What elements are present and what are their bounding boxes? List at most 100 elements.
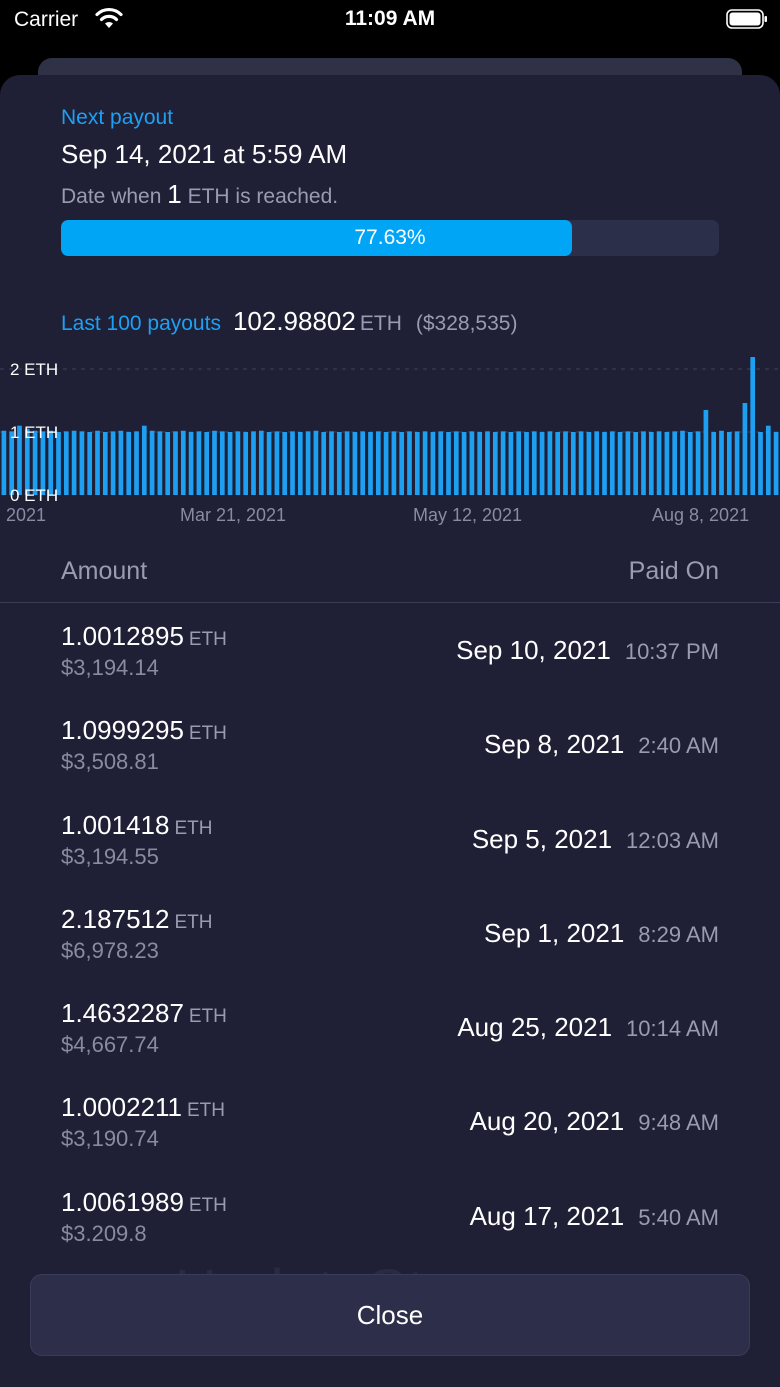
chart-bar <box>672 431 678 495</box>
payout-amount-value: 1.0002211 <box>61 1092 182 1123</box>
chart-bar <box>290 431 295 495</box>
chart-bar <box>438 431 444 495</box>
chart-bar <box>165 432 171 495</box>
chart-bar <box>251 431 256 495</box>
chart-bar <box>516 431 522 495</box>
payout-amount: 1.0002211 ETH <box>61 1092 225 1123</box>
payout-row[interactable]: 1.0999295 ETH $3,508.81 Sep 8, 2021 2:40 A… <box>0 697 780 791</box>
chart-bar <box>539 432 545 495</box>
payout-usd: $3,508.81 <box>61 749 159 775</box>
payout-amount-unit: ETH <box>174 911 213 933</box>
chart-bar <box>149 430 155 495</box>
chart-bar <box>703 409 709 495</box>
chart-bar <box>313 430 319 495</box>
chart-bar <box>750 357 756 495</box>
chart-bar <box>617 432 623 495</box>
chart-x-tick: May 12, 2021 <box>413 505 522 525</box>
payout-progress-bar: 77.63% <box>61 220 719 256</box>
summary-usd: ($328,535) <box>415 312 518 335</box>
payout-row[interactable]: 1.0012895 ETH $3,194.14 Sep 10, 2021 10:37… <box>0 603 780 697</box>
clock: 11:09 AM <box>344 7 436 30</box>
chart-bar <box>243 432 249 495</box>
chart-y-tick: 0 ETH <box>10 486 58 505</box>
chart-bar <box>87 432 93 495</box>
payout-amount-unit: ETH <box>188 1006 227 1028</box>
chart-bar <box>414 432 420 495</box>
payout-date: Sep 1, 2021 <box>484 917 625 948</box>
chart-bar <box>368 432 373 495</box>
payout-usd: $3.209.8 <box>61 1220 147 1246</box>
payout-date: Aug 17, 2021 <box>469 1200 625 1231</box>
chart-bar <box>173 431 178 495</box>
chart-bar <box>274 431 280 495</box>
next-payout-label: Next payout <box>61 106 174 129</box>
chart-bar <box>297 432 303 495</box>
chart-bar <box>258 430 264 495</box>
chart-bar <box>555 432 561 495</box>
chart-bar <box>383 432 389 495</box>
payout-date: Aug 25, 2021 <box>457 1012 613 1043</box>
battery-icon <box>726 9 767 29</box>
chart-bar <box>391 431 397 495</box>
payout-amount-value: 1.0061989 <box>61 1186 184 1217</box>
chart-bar <box>446 432 451 495</box>
chart-bar <box>188 432 194 495</box>
chart-bar <box>134 431 139 495</box>
chart-bar <box>399 432 405 495</box>
chart-bar <box>118 430 124 495</box>
hint-prefix: Date when <box>61 185 162 208</box>
chart-bar <box>407 431 412 495</box>
chart-bar <box>204 432 210 495</box>
next-payout-hint: Date when 1 ETH is reached. <box>61 179 338 210</box>
close-button[interactable]: Close <box>30 1274 750 1356</box>
chart-y-tick: 1 ETH <box>10 423 58 442</box>
chart-bar <box>219 431 225 495</box>
chart-x-tick: Aug 8, 2021 <box>652 505 749 525</box>
payout-row[interactable]: 2.187512 ETH $6,978.23 Sep 1, 2021 8:29 AM <box>0 886 780 980</box>
chart-bar <box>719 430 724 495</box>
chart-bar <box>633 432 639 495</box>
payout-amount: 1.0999295 ETH <box>61 715 227 746</box>
paid-on-column-header: Paid On <box>628 557 719 585</box>
chart-bar <box>711 432 717 495</box>
chart-bar <box>773 432 779 495</box>
chart-bar <box>524 432 529 495</box>
chart-bar <box>430 432 436 495</box>
chart-bar <box>79 431 85 495</box>
chart-bar <box>102 432 108 495</box>
payout-amount-value: 1.001418 <box>61 809 170 840</box>
chart-bar <box>453 431 459 495</box>
payout-row[interactable]: 1.001418 ETH $3,194.55 Sep 5, 2021 12:03 A… <box>0 792 780 886</box>
payout-usd: $6,978.23 <box>61 937 159 963</box>
chart-bar <box>95 430 100 495</box>
payout-list[interactable]: 1.0012895 ETH $3,194.14 Sep 10, 2021 10:37… <box>0 603 780 1263</box>
payout-usd: $3,194.55 <box>61 843 159 869</box>
payout-summary: Last 100 payouts 102.98802 ETH ($328,535) <box>61 306 517 337</box>
chart-bar <box>563 431 568 495</box>
chart-bar <box>625 431 631 495</box>
chart-bar <box>282 432 288 495</box>
hint-suffix: ETH is reached. <box>187 185 339 208</box>
payout-row[interactable]: 1.0061989 ETH $3.209.8 Aug 17, 2021 5:40 A… <box>0 1169 780 1263</box>
payout-row[interactable]: 1.4632287 ETH $4,667.74 Aug 25, 2021 10:14… <box>0 980 780 1074</box>
amount-column-header: Amount <box>61 557 148 585</box>
chart-bar <box>227 432 233 495</box>
summary-total: 102.98802 <box>232 306 356 336</box>
payout-date: Sep 8, 2021 <box>484 729 625 760</box>
chart-bar <box>594 431 600 495</box>
chart-bar <box>648 432 654 495</box>
payout-row[interactable]: 1.0002211 ETH $3,190.74 Aug 20, 2021 9:48 … <box>0 1074 780 1168</box>
payout-time: 2:40 AM <box>638 733 719 759</box>
chart-bar <box>641 431 646 495</box>
chart-bar <box>266 432 272 495</box>
chart-bar <box>500 431 506 495</box>
payout-time: 10:14 AM <box>626 1016 719 1042</box>
chart-bar <box>1 430 7 495</box>
chart-bar <box>71 430 77 495</box>
payout-time: 10:37 PM <box>624 639 719 664</box>
chart-bar <box>508 432 514 495</box>
payout-amount: 1.001418 ETH <box>61 810 212 841</box>
chart-bar <box>141 425 147 495</box>
chart-bar <box>126 432 132 495</box>
payout-date: Sep 10, 2021 <box>456 635 611 665</box>
